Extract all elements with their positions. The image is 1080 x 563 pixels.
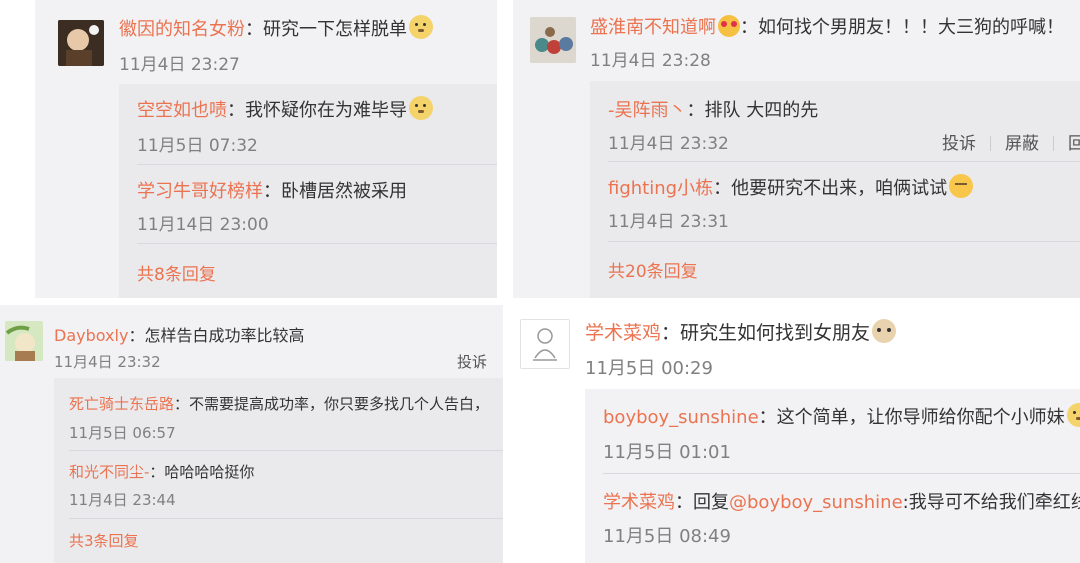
reply-text: ：这个简单，让你导师给你配个小师妹 (758, 407, 1065, 428)
reply-text: ：不需要提高成功率，你只要多找几个人告白， (174, 395, 490, 413)
reply-divider (137, 243, 497, 244)
comment-timestamp: 11月5日 00:29 (585, 358, 713, 379)
reply-line: -吴阵雨丶：排队 大四的先 (608, 96, 818, 122)
reply-timestamp: 11月5日 08:49 (603, 526, 731, 547)
reply-line: 空空如也啧：我怀疑你在为难毕导 (137, 96, 433, 122)
heart-eyes-emoji-icon (718, 15, 740, 37)
reply-actions: 投诉 屏蔽 回 (942, 129, 1080, 154)
reply-text: ：回复 (675, 492, 729, 513)
reply-timestamp: 11月5日 07:32 (137, 136, 258, 156)
user-avatar[interactable] (530, 17, 576, 63)
reply-line: 学术菜鸡：回复@boyboy_sunshine:我导可不给我们牵红线 (603, 488, 1080, 514)
reply-line: 和光不同尘-：哈哈哈哈挺你 (69, 461, 254, 482)
doge-emoji-icon (409, 15, 433, 39)
reply-divider (608, 241, 1080, 242)
comment-text: ：如何找个男朋友！！！大三狗的呼喊！ (740, 17, 1064, 38)
comment-line: 盛淮南不知道啊 ：如何找个男朋友！！！大三狗的呼喊！ (590, 13, 1064, 39)
doge-emoji-icon (1066, 403, 1080, 427)
reply-username[interactable]: 学术菜鸡 (603, 492, 675, 513)
comment-text: ：研究一下怎样脱单 (245, 19, 407, 40)
comment-username[interactable]: 学术菜鸡 (585, 322, 661, 344)
more-replies-link[interactable]: 共3条回复 (69, 530, 139, 551)
comment-panel-2: 盛淮南不知道啊 ：如何找个男朋友！！！大三狗的呼喊！ 11月4日 23:28 -吴… (513, 0, 1080, 298)
report-button[interactable]: 投诉 (457, 353, 487, 371)
reply-timestamp: 11月5日 01:01 (603, 442, 731, 463)
reply-timestamp: 11月4日 23:32 (608, 134, 729, 154)
user-avatar[interactable] (58, 20, 104, 66)
more-replies-link[interactable]: 共20条回复 (608, 257, 698, 282)
comment-username[interactable]: 徽因的知名女粉 (119, 19, 245, 40)
action-separator (990, 136, 991, 151)
comment-timestamp: 11月4日 23:32 (54, 353, 161, 371)
comment-timestamp: 11月4日 23:27 (119, 55, 240, 75)
block-button[interactable]: 屏蔽 (1005, 134, 1039, 154)
comment-panel-1: 徽因的知名女粉：研究一下怎样脱单 11月4日 23:27 空空如也啧：我怀疑你在… (35, 0, 497, 298)
reply-divider (69, 518, 503, 519)
comment-actions: 投诉 (457, 351, 487, 372)
reply-button[interactable]: 回 (1068, 134, 1080, 154)
reply-username[interactable]: 和光不同尘- (69, 463, 149, 481)
reply-timestamp: 11月14日 23:00 (137, 215, 269, 235)
replies-box: 空空如也啧：我怀疑你在为难毕导 11月5日 07:32 学习牛哥好榜样：卧槽居然… (119, 84, 497, 298)
comment-panel-4: 学术菜鸡：研究生如何找到女朋友 11月5日 00:29 boyboy_sunsh… (513, 305, 1080, 563)
comment-line: Dayboxly：怎样告白成功率比较高 (54, 322, 304, 346)
reply-line: 死亡骑士东岳路：不需要提高成功率，你只要多找几个人告白， (69, 393, 489, 414)
comment-timestamp: 11月4日 23:28 (590, 51, 711, 71)
reply-username[interactable]: boyboy_sunshine (603, 407, 759, 428)
reply-divider (69, 450, 503, 451)
replies-box: -吴阵雨丶：排队 大四的先 11月4日 23:32 投诉 屏蔽 回 fighting… (590, 81, 1080, 298)
comment-line: 学术菜鸡：研究生如何找到女朋友 (585, 318, 897, 345)
comment-line: 徽因的知名女粉：研究一下怎样脱单 (119, 15, 433, 41)
reply-text-continued: :我导可不给我们牵红线 (902, 492, 1080, 513)
comment-text: ：怎样告白成功率比较高 (128, 326, 305, 345)
reply-text: ：卧槽居然被采用 (263, 181, 407, 202)
action-separator (1053, 136, 1054, 151)
reply-timestamp: 11月5日 06:57 (69, 424, 176, 442)
replies-box: boyboy_sunshine：这个简单，让你导师给你配个小师妹 11月5日 0… (585, 389, 1080, 563)
reply-divider (137, 164, 497, 165)
reply-text: ：他要研究不出来，咱俩试试 (713, 178, 948, 199)
user-avatar[interactable] (520, 319, 570, 369)
reply-divider (608, 161, 1080, 162)
reply-username[interactable]: fighting小栋 (608, 178, 713, 199)
user-avatar[interactable] (5, 321, 43, 361)
reply-username[interactable]: 学习牛哥好榜样 (137, 181, 263, 202)
reply-text: ：排队 大四的先 (686, 100, 819, 121)
report-button[interactable]: 投诉 (942, 134, 976, 154)
more-replies-link[interactable]: 共8条回复 (137, 260, 216, 285)
reply-username[interactable]: -吴阵雨丶 (608, 100, 687, 121)
doge-emoji-icon (409, 96, 433, 120)
comment-text: ：研究生如何找到女朋友 (661, 322, 871, 344)
reply-line: 学习牛哥好榜样：卧槽居然被采用 (137, 177, 407, 203)
sweat-emoji-icon (949, 174, 974, 198)
cat-emoji-icon (872, 319, 897, 343)
mention-link[interactable]: @boyboy_sunshine (729, 492, 903, 513)
comment-panel-3: Dayboxly：怎样告白成功率比较高 11月4日 23:32 投诉 死亡骑士东… (0, 305, 503, 563)
reply-timestamp: 11月4日 23:44 (69, 491, 176, 509)
reply-username[interactable]: 空空如也啧 (137, 100, 227, 121)
reply-text: ：哈哈哈哈挺你 (149, 463, 255, 481)
comment-username[interactable]: 盛淮南不知道啊 (590, 17, 716, 38)
reply-line: boyboy_sunshine：这个简单，让你导师给你配个小师妹 (603, 403, 1080, 429)
reply-divider (603, 473, 1080, 474)
reply-text: ：我怀疑你在为难毕导 (227, 100, 407, 121)
replies-box: 死亡骑士东岳路：不需要提高成功率，你只要多找几个人告白， 11月5日 06:57… (54, 378, 503, 563)
reply-timestamp: 11月4日 23:31 (608, 212, 729, 232)
reply-username[interactable]: 死亡骑士东岳路 (69, 395, 174, 413)
reply-line: fighting小栋：他要研究不出来，咱俩试试 (608, 174, 974, 200)
comment-username[interactable]: Dayboxly (54, 326, 128, 345)
